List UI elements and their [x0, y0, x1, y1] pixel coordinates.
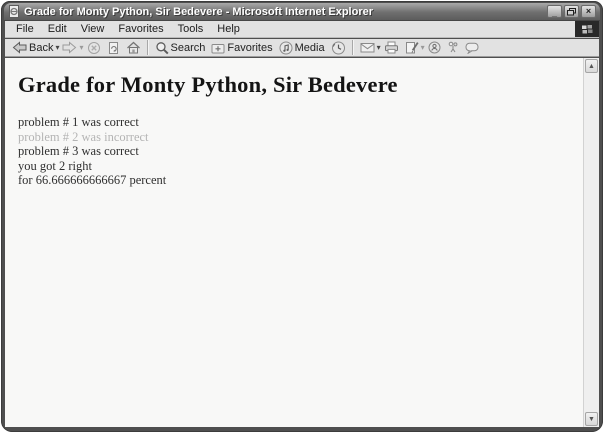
scroll-down-icon: ▼: [588, 416, 595, 423]
grade-summary-count: you got 2 right: [18, 159, 583, 174]
grade-line-1: problem # 1 was correct: [18, 115, 583, 130]
edit-icon: [405, 41, 419, 54]
scroll-up-icon: ▲: [588, 63, 595, 70]
vertical-scrollbar[interactable]: ▲ ▼: [583, 58, 599, 427]
plugin-icon: [447, 41, 459, 54]
ie-page-icon[interactable]: [8, 5, 20, 18]
stop-button[interactable]: [84, 40, 104, 56]
favorites-icon: [211, 42, 225, 54]
minimize-button[interactable]: _: [547, 5, 562, 18]
favorites-button[interactable]: Favorites: [208, 41, 275, 55]
print-button[interactable]: [381, 40, 402, 55]
menu-item-edit[interactable]: Edit: [41, 22, 74, 37]
search-button[interactable]: Search: [152, 40, 209, 56]
back-button[interactable]: Back: [9, 40, 56, 55]
forward-button[interactable]: [59, 40, 80, 55]
discuss-button[interactable]: [462, 41, 482, 55]
restore-button[interactable]: [564, 5, 579, 18]
history-button[interactable]: [328, 40, 349, 56]
messenger-icon: [428, 41, 441, 54]
window-controls: _ ×: [547, 5, 596, 18]
scroll-down-button[interactable]: ▼: [585, 412, 598, 426]
home-icon: [126, 41, 141, 54]
restore-icon: [567, 8, 576, 16]
menu-item-view[interactable]: View: [74, 22, 112, 37]
window-title: Grade for Monty Python, Sir Bedevere - M…: [24, 3, 543, 21]
forward-dropdown[interactable]: ▾: [79, 43, 83, 52]
history-icon: [331, 41, 346, 55]
discuss-icon: [465, 42, 479, 54]
menu-item-tools[interactable]: Tools: [171, 22, 211, 37]
ie-logo: [575, 21, 599, 37]
toolbar: Back ▾ ▾: [5, 39, 599, 57]
grade-summary-percent: for 66.666666666667 percent: [18, 173, 583, 188]
grade-line-3: problem # 3 was correct: [18, 144, 583, 159]
stop-icon: [87, 41, 101, 55]
page-content: Grade for Monty Python, Sir Bedevere pro…: [5, 58, 583, 427]
print-icon: [384, 41, 399, 54]
menu-item-help[interactable]: Help: [210, 22, 247, 37]
page-title: Grade for Monty Python, Sir Bedevere: [18, 72, 583, 98]
messenger-button[interactable]: [425, 40, 444, 55]
grade-line-2: problem # 2 was incorrect: [18, 130, 583, 145]
back-icon: [12, 41, 27, 54]
grade-report: problem # 1 was correct problem # 2 was …: [18, 115, 583, 188]
menu-item-favorites[interactable]: Favorites: [111, 22, 170, 37]
refresh-button[interactable]: [104, 40, 123, 56]
mail-icon: [360, 42, 375, 53]
edit-button[interactable]: [402, 40, 422, 55]
mail-button[interactable]: [357, 41, 378, 54]
title-bar[interactable]: Grade for Monty Python, Sir Bedevere - M…: [4, 3, 600, 21]
toolbar-separator: [352, 40, 354, 55]
refresh-icon: [107, 41, 120, 55]
media-icon: [279, 41, 293, 55]
windows-flag-icon: [581, 24, 593, 35]
menu-bar: File Edit View Favorites Tools Help: [5, 21, 599, 38]
screenshot-root: Grade for Monty Python, Sir Bedevere - M…: [0, 0, 604, 433]
search-icon: [155, 41, 169, 55]
scroll-up-button[interactable]: ▲: [585, 59, 598, 73]
home-button[interactable]: [123, 40, 144, 55]
menu-item-file[interactable]: File: [9, 22, 41, 37]
mail-dropdown[interactable]: ▾: [377, 43, 381, 52]
browser-window: Grade for Monty Python, Sir Bedevere - M…: [1, 1, 603, 432]
close-button[interactable]: ×: [581, 5, 596, 18]
media-button[interactable]: Media: [276, 40, 328, 56]
forward-icon: [62, 41, 77, 54]
toolbar-separator: [147, 40, 149, 55]
plugin-button[interactable]: [444, 40, 462, 55]
